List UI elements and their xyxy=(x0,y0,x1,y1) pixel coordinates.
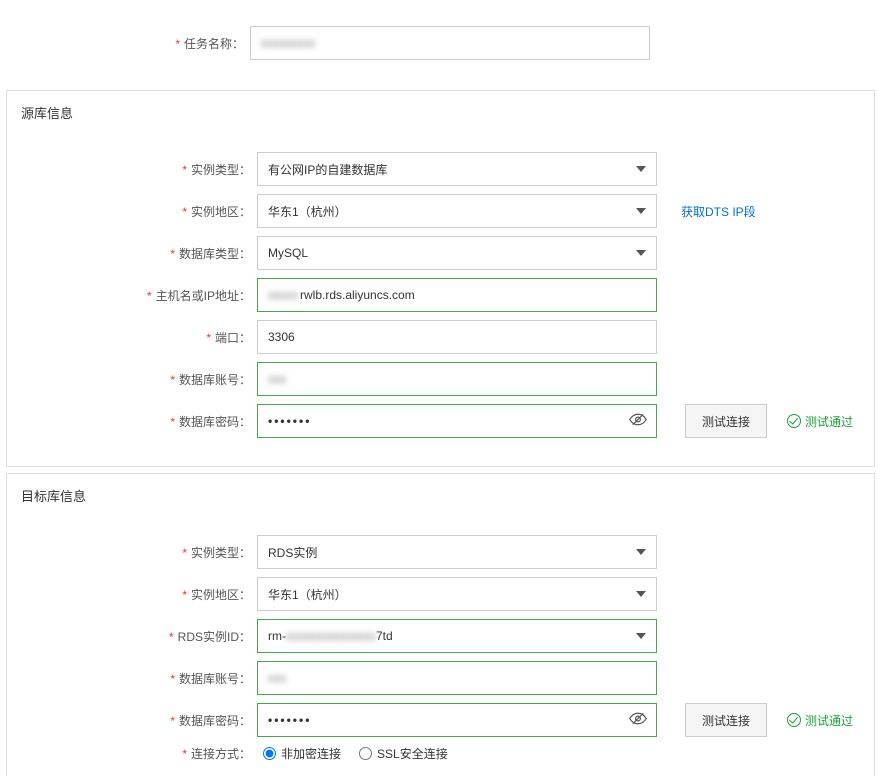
task-name-label: *任务名称： xyxy=(0,35,250,52)
target-conn-mode-row: *连接方式： 非加密连接 SSL安全连接 xyxy=(7,745,874,762)
source-db-type-label: *数据库类型： xyxy=(7,245,257,262)
target-account-row: *数据库账号： xxx xyxy=(7,661,874,695)
task-name-value: xxxxxxxxx xyxy=(261,36,315,50)
target-instance-type-select[interactable]: RDS实例 xyxy=(257,535,657,569)
target-test-status: 测试通过 xyxy=(787,712,853,729)
task-name-row: *任务名称： xxxxxxxxx xyxy=(0,8,881,82)
target-password-dots: ••••••• xyxy=(268,713,311,727)
source-host-input[interactable]: xxxxx rwlb.rds.aliyuncs.com xyxy=(257,278,657,312)
source-account-value: xxx xyxy=(268,372,286,386)
target-region-select[interactable]: 华东1（杭州） xyxy=(257,577,657,611)
check-circle-icon xyxy=(787,713,801,727)
caret-down-icon xyxy=(636,591,646,597)
caret-down-icon xyxy=(636,549,646,555)
target-password-row: *数据库密码： ••••••• 测试连接 测试通过 xyxy=(7,703,874,737)
source-instance-type-row: *实例类型： 有公网IP的自建数据库 xyxy=(7,152,874,186)
source-port-row: *端口： xyxy=(7,320,874,354)
task-name-label-text: 任务名称： xyxy=(184,37,244,51)
target-account-label: *数据库账号： xyxy=(7,670,257,687)
target-test-connection-button[interactable]: 测试连接 xyxy=(685,703,767,737)
target-account-input[interactable]: xxx xyxy=(257,661,657,695)
target-password-input[interactable]: ••••••• xyxy=(257,703,657,737)
eye-icon[interactable] xyxy=(629,413,647,430)
source-section: 源库信息 *实例类型： 有公网IP的自建数据库 *实例地区： 华东1（杭州） 获… xyxy=(6,90,875,467)
source-password-dots: ••••••• xyxy=(268,414,311,428)
source-account-input[interactable]: xxx xyxy=(257,362,657,396)
target-rds-id-value: rm-xxxxxxxxxxxxxxx7td xyxy=(268,629,393,643)
source-host-prefix: xxxxx xyxy=(268,288,298,302)
target-region-value: 华东1（杭州） xyxy=(268,586,347,603)
conn-mode-opt2-label: SSL安全连接 xyxy=(377,745,448,762)
source-account-row: *数据库账号： xxx xyxy=(7,362,874,396)
target-section: 目标库信息 *实例类型： RDS实例 *实例地区： 华东1（杭州） *RDS实例… xyxy=(6,473,875,776)
source-region-value: 华东1（杭州） xyxy=(268,203,347,220)
source-section-title: 源库信息 xyxy=(7,91,874,134)
source-port-input[interactable] xyxy=(257,320,657,354)
source-db-type-value: MySQL xyxy=(268,246,308,260)
source-instance-type-value: 有公网IP的自建数据库 xyxy=(268,161,387,178)
target-test-ok-text: 测试通过 xyxy=(805,712,853,729)
source-db-type-row: *数据库类型： MySQL xyxy=(7,236,874,270)
target-section-title: 目标库信息 xyxy=(7,474,874,517)
target-instance-type-label: *实例类型： xyxy=(7,544,257,561)
source-test-status: 测试通过 xyxy=(787,413,853,430)
check-circle-icon xyxy=(787,414,801,428)
source-region-label: *实例地区： xyxy=(7,203,257,220)
target-region-label: *实例地区： xyxy=(7,586,257,603)
target-rds-id-row: *RDS实例ID： rm-xxxxxxxxxxxxxxx7td xyxy=(7,619,874,653)
conn-mode-radio-plain[interactable] xyxy=(263,747,276,760)
target-instance-type-value: RDS实例 xyxy=(268,544,317,561)
source-test-ok-text: 测试通过 xyxy=(805,413,853,430)
source-region-row: *实例地区： 华东1（杭州） 获取DTS IP段 xyxy=(7,194,874,228)
task-name-input[interactable]: xxxxxxxxx xyxy=(250,26,650,60)
target-region-row: *实例地区： 华东1（杭州） xyxy=(7,577,874,611)
source-port-label: *端口： xyxy=(7,329,257,346)
conn-mode-option-ssl[interactable]: SSL安全连接 xyxy=(359,745,448,762)
source-region-select[interactable]: 华东1（杭州） xyxy=(257,194,657,228)
dts-ip-link[interactable]: 获取DTS IP段 xyxy=(681,203,756,220)
source-instance-type-select[interactable]: 有公网IP的自建数据库 xyxy=(257,152,657,186)
source-account-label: *数据库账号： xyxy=(7,371,257,388)
target-account-value: xxx xyxy=(268,671,286,685)
source-host-row: *主机名或IP地址： xxxxx rwlb.rds.aliyuncs.com xyxy=(7,278,874,312)
source-password-row: *数据库密码： ••••••• 测试连接 测试通过 xyxy=(7,404,874,438)
source-host-label: *主机名或IP地址： xyxy=(7,287,257,304)
target-instance-type-row: *实例类型： RDS实例 xyxy=(7,535,874,569)
target-password-label: *数据库密码： xyxy=(7,712,257,729)
caret-down-icon xyxy=(636,250,646,256)
source-host-suffix: rwlb.rds.aliyuncs.com xyxy=(300,288,415,302)
source-test-connection-button[interactable]: 测试连接 xyxy=(685,404,767,438)
eye-icon[interactable] xyxy=(629,712,647,729)
target-rds-id-select[interactable]: rm-xxxxxxxxxxxxxxx7td xyxy=(257,619,657,653)
target-conn-mode-label: *连接方式： xyxy=(7,745,257,762)
caret-down-icon xyxy=(636,208,646,214)
source-db-type-select[interactable]: MySQL xyxy=(257,236,657,270)
source-password-input[interactable]: ••••••• xyxy=(257,404,657,438)
source-password-label: *数据库密码： xyxy=(7,413,257,430)
conn-mode-option-plain[interactable]: 非加密连接 xyxy=(263,745,341,762)
caret-down-icon xyxy=(636,166,646,172)
conn-mode-radio-ssl[interactable] xyxy=(359,747,372,760)
conn-mode-radio-group: 非加密连接 SSL安全连接 xyxy=(257,745,448,762)
conn-mode-opt1-label: 非加密连接 xyxy=(281,745,341,762)
caret-down-icon xyxy=(636,633,646,639)
source-instance-type-label: *实例类型： xyxy=(7,161,257,178)
target-rds-id-label: *RDS实例ID： xyxy=(7,628,257,645)
